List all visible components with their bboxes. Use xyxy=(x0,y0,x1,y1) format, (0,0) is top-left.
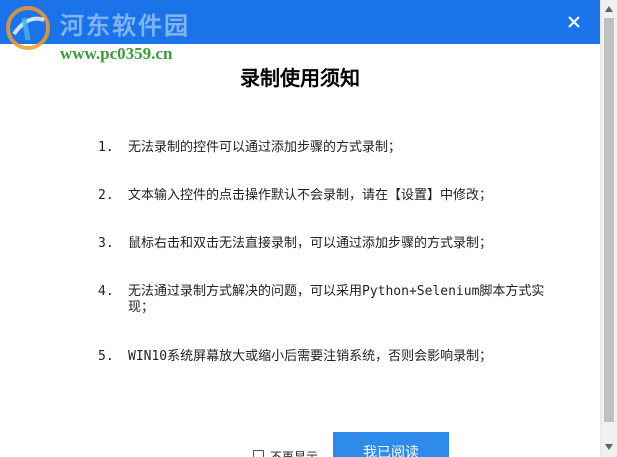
item-number: 4. xyxy=(98,284,114,299)
vertical-scrollbar[interactable] xyxy=(600,0,617,457)
watermark-url: www.pc0359.cn xyxy=(60,44,173,63)
triangle-up-icon xyxy=(605,5,613,12)
triangle-down-icon xyxy=(605,443,613,450)
item-text: 无法录制的控件可以通过添加步骤的方式录制； xyxy=(128,140,402,155)
list-item: 2. 文本输入控件的点击操作默认不会录制，请在【设置】中修改； xyxy=(98,188,568,236)
watermark-site-name: 河东软件园 xyxy=(60,12,190,40)
item-text: 鼠标右击和双击无法直接录制，可以通过添加步骤的方式录制； xyxy=(128,236,493,251)
close-icon xyxy=(568,16,580,28)
list-item: 3. 鼠标右击和双击无法直接录制，可以通过添加步骤的方式录制； xyxy=(98,236,568,284)
read-confirm-button[interactable]: 我已阅读 xyxy=(333,432,449,457)
close-button[interactable] xyxy=(560,8,588,36)
scroll-thumb[interactable] xyxy=(604,18,614,422)
item-number: 3. xyxy=(98,236,114,251)
scroll-up-button[interactable] xyxy=(601,0,617,17)
dont-show-again-label: 不再显示 xyxy=(270,450,319,457)
item-number: 1. xyxy=(98,140,114,155)
list-item: 1. 无法录制的控件可以通过添加步骤的方式录制； xyxy=(98,140,568,188)
item-text: 无法通过录制方式解决的问题，可以采用Python+Selenium脚本方式实现； xyxy=(128,284,545,315)
dont-show-again-checkbox[interactable]: 不再显示 xyxy=(253,448,318,457)
scroll-down-button[interactable] xyxy=(601,438,617,455)
list-item: 4. 无法通过录制方式解决的问题，可以采用Python+Selenium脚本方式… xyxy=(98,284,568,349)
notice-dialog: 河东软件园 www.pc0359.cn 录制使用须知 1. 无法录制的控件可以通… xyxy=(0,0,617,457)
item-number: 5. xyxy=(98,349,114,364)
item-text: WIN10系统屏幕放大或缩小后需要注销系统，否则会影响录制； xyxy=(128,349,493,364)
item-number: 2. xyxy=(98,188,114,203)
item-text: 文本输入控件的点击操作默认不会录制，请在【设置】中修改； xyxy=(128,188,493,203)
watermark-logo-icon xyxy=(6,6,50,50)
checkbox-box[interactable] xyxy=(253,450,264,457)
notice-list: 1. 无法录制的控件可以通过添加步骤的方式录制； 2. 文本输入控件的点击操作默… xyxy=(98,140,568,397)
list-item: 5. WIN10系统屏幕放大或缩小后需要注销系统，否则会影响录制； xyxy=(98,349,568,397)
page-title: 录制使用须知 xyxy=(240,66,360,90)
